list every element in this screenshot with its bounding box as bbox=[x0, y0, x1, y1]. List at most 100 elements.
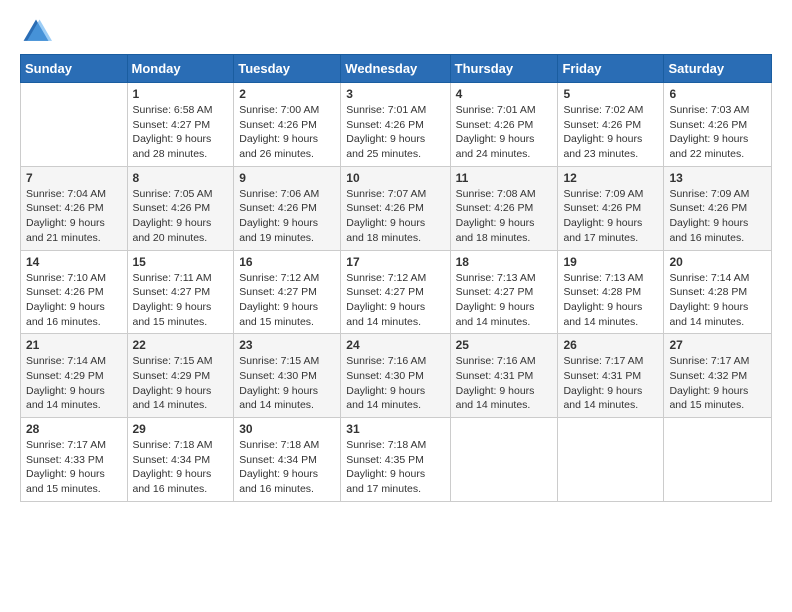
day-number: 28 bbox=[26, 422, 122, 436]
day-info: Sunrise: 7:17 AMSunset: 4:33 PMDaylight:… bbox=[26, 438, 122, 497]
calendar-cell: 21 Sunrise: 7:14 AMSunset: 4:29 PMDaylig… bbox=[21, 334, 128, 418]
day-info: Sunrise: 7:01 AMSunset: 4:26 PMDaylight:… bbox=[346, 103, 444, 162]
logo bbox=[20, 16, 56, 48]
day-info: Sunrise: 7:15 AMSunset: 4:29 PMDaylight:… bbox=[133, 354, 229, 413]
day-info: Sunrise: 7:11 AMSunset: 4:27 PMDaylight:… bbox=[133, 271, 229, 330]
day-number: 29 bbox=[133, 422, 229, 436]
day-number: 12 bbox=[563, 171, 658, 185]
day-info: Sunrise: 7:12 AMSunset: 4:27 PMDaylight:… bbox=[346, 271, 444, 330]
calendar-week-row: 21 Sunrise: 7:14 AMSunset: 4:29 PMDaylig… bbox=[21, 334, 772, 418]
day-number: 2 bbox=[239, 87, 335, 101]
day-info: Sunrise: 6:58 AMSunset: 4:27 PMDaylight:… bbox=[133, 103, 229, 162]
calendar-cell: 13 Sunrise: 7:09 AMSunset: 4:26 PMDaylig… bbox=[664, 166, 772, 250]
calendar-cell: 1 Sunrise: 6:58 AMSunset: 4:27 PMDayligh… bbox=[127, 83, 234, 167]
calendar-cell: 10 Sunrise: 7:07 AMSunset: 4:26 PMDaylig… bbox=[341, 166, 450, 250]
day-number: 17 bbox=[346, 255, 444, 269]
day-number: 8 bbox=[133, 171, 229, 185]
day-info: Sunrise: 7:01 AMSunset: 4:26 PMDaylight:… bbox=[456, 103, 553, 162]
day-info: Sunrise: 7:18 AMSunset: 4:34 PMDaylight:… bbox=[133, 438, 229, 497]
day-number: 10 bbox=[346, 171, 444, 185]
calendar-cell: 14 Sunrise: 7:10 AMSunset: 4:26 PMDaylig… bbox=[21, 250, 128, 334]
calendar-week-row: 14 Sunrise: 7:10 AMSunset: 4:26 PMDaylig… bbox=[21, 250, 772, 334]
day-number: 21 bbox=[26, 338, 122, 352]
day-info: Sunrise: 7:10 AMSunset: 4:26 PMDaylight:… bbox=[26, 271, 122, 330]
day-number: 7 bbox=[26, 171, 122, 185]
day-number: 19 bbox=[563, 255, 658, 269]
calendar-cell: 3 Sunrise: 7:01 AMSunset: 4:26 PMDayligh… bbox=[341, 83, 450, 167]
calendar-header-sunday: Sunday bbox=[21, 55, 128, 83]
calendar-header-friday: Friday bbox=[558, 55, 664, 83]
calendar-cell: 4 Sunrise: 7:01 AMSunset: 4:26 PMDayligh… bbox=[450, 83, 558, 167]
day-info: Sunrise: 7:14 AMSunset: 4:28 PMDaylight:… bbox=[669, 271, 766, 330]
calendar-cell: 7 Sunrise: 7:04 AMSunset: 4:26 PMDayligh… bbox=[21, 166, 128, 250]
day-info: Sunrise: 7:15 AMSunset: 4:30 PMDaylight:… bbox=[239, 354, 335, 413]
day-info: Sunrise: 7:09 AMSunset: 4:26 PMDaylight:… bbox=[669, 187, 766, 246]
day-info: Sunrise: 7:16 AMSunset: 4:30 PMDaylight:… bbox=[346, 354, 444, 413]
logo-icon bbox=[20, 16, 52, 48]
calendar-header-saturday: Saturday bbox=[664, 55, 772, 83]
day-info: Sunrise: 7:09 AMSunset: 4:26 PMDaylight:… bbox=[563, 187, 658, 246]
day-number: 5 bbox=[563, 87, 658, 101]
calendar-cell: 6 Sunrise: 7:03 AMSunset: 4:26 PMDayligh… bbox=[664, 83, 772, 167]
calendar-cell bbox=[558, 418, 664, 502]
calendar-header-row: SundayMondayTuesdayWednesdayThursdayFrid… bbox=[21, 55, 772, 83]
calendar-header-monday: Monday bbox=[127, 55, 234, 83]
day-number: 20 bbox=[669, 255, 766, 269]
day-number: 6 bbox=[669, 87, 766, 101]
day-number: 15 bbox=[133, 255, 229, 269]
day-number: 11 bbox=[456, 171, 553, 185]
calendar-table: SundayMondayTuesdayWednesdayThursdayFrid… bbox=[20, 54, 772, 502]
day-number: 1 bbox=[133, 87, 229, 101]
calendar-cell: 12 Sunrise: 7:09 AMSunset: 4:26 PMDaylig… bbox=[558, 166, 664, 250]
calendar-cell: 11 Sunrise: 7:08 AMSunset: 4:26 PMDaylig… bbox=[450, 166, 558, 250]
day-number: 14 bbox=[26, 255, 122, 269]
day-info: Sunrise: 7:03 AMSunset: 4:26 PMDaylight:… bbox=[669, 103, 766, 162]
calendar-cell: 22 Sunrise: 7:15 AMSunset: 4:29 PMDaylig… bbox=[127, 334, 234, 418]
calendar-cell: 31 Sunrise: 7:18 AMSunset: 4:35 PMDaylig… bbox=[341, 418, 450, 502]
day-info: Sunrise: 7:18 AMSunset: 4:34 PMDaylight:… bbox=[239, 438, 335, 497]
calendar-cell: 19 Sunrise: 7:13 AMSunset: 4:28 PMDaylig… bbox=[558, 250, 664, 334]
day-number: 24 bbox=[346, 338, 444, 352]
calendar-cell: 17 Sunrise: 7:12 AMSunset: 4:27 PMDaylig… bbox=[341, 250, 450, 334]
calendar-cell: 18 Sunrise: 7:13 AMSunset: 4:27 PMDaylig… bbox=[450, 250, 558, 334]
day-info: Sunrise: 7:06 AMSunset: 4:26 PMDaylight:… bbox=[239, 187, 335, 246]
day-info: Sunrise: 7:18 AMSunset: 4:35 PMDaylight:… bbox=[346, 438, 444, 497]
day-info: Sunrise: 7:08 AMSunset: 4:26 PMDaylight:… bbox=[456, 187, 553, 246]
day-number: 26 bbox=[563, 338, 658, 352]
day-number: 4 bbox=[456, 87, 553, 101]
day-info: Sunrise: 7:16 AMSunset: 4:31 PMDaylight:… bbox=[456, 354, 553, 413]
day-info: Sunrise: 7:13 AMSunset: 4:28 PMDaylight:… bbox=[563, 271, 658, 330]
calendar-cell: 25 Sunrise: 7:16 AMSunset: 4:31 PMDaylig… bbox=[450, 334, 558, 418]
day-number: 16 bbox=[239, 255, 335, 269]
calendar-cell: 5 Sunrise: 7:02 AMSunset: 4:26 PMDayligh… bbox=[558, 83, 664, 167]
calendar-cell bbox=[21, 83, 128, 167]
calendar-cell: 29 Sunrise: 7:18 AMSunset: 4:34 PMDaylig… bbox=[127, 418, 234, 502]
day-info: Sunrise: 7:13 AMSunset: 4:27 PMDaylight:… bbox=[456, 271, 553, 330]
day-info: Sunrise: 7:12 AMSunset: 4:27 PMDaylight:… bbox=[239, 271, 335, 330]
calendar-cell: 8 Sunrise: 7:05 AMSunset: 4:26 PMDayligh… bbox=[127, 166, 234, 250]
calendar-week-row: 28 Sunrise: 7:17 AMSunset: 4:33 PMDaylig… bbox=[21, 418, 772, 502]
day-number: 3 bbox=[346, 87, 444, 101]
calendar-week-row: 7 Sunrise: 7:04 AMSunset: 4:26 PMDayligh… bbox=[21, 166, 772, 250]
calendar-cell: 2 Sunrise: 7:00 AMSunset: 4:26 PMDayligh… bbox=[234, 83, 341, 167]
day-info: Sunrise: 7:17 AMSunset: 4:32 PMDaylight:… bbox=[669, 354, 766, 413]
day-number: 31 bbox=[346, 422, 444, 436]
day-number: 22 bbox=[133, 338, 229, 352]
calendar-cell: 24 Sunrise: 7:16 AMSunset: 4:30 PMDaylig… bbox=[341, 334, 450, 418]
calendar-cell: 27 Sunrise: 7:17 AMSunset: 4:32 PMDaylig… bbox=[664, 334, 772, 418]
day-number: 23 bbox=[239, 338, 335, 352]
day-number: 18 bbox=[456, 255, 553, 269]
calendar-header-thursday: Thursday bbox=[450, 55, 558, 83]
calendar-cell bbox=[664, 418, 772, 502]
calendar-cell: 26 Sunrise: 7:17 AMSunset: 4:31 PMDaylig… bbox=[558, 334, 664, 418]
calendar-cell: 16 Sunrise: 7:12 AMSunset: 4:27 PMDaylig… bbox=[234, 250, 341, 334]
day-number: 30 bbox=[239, 422, 335, 436]
day-number: 9 bbox=[239, 171, 335, 185]
calendar-cell: 30 Sunrise: 7:18 AMSunset: 4:34 PMDaylig… bbox=[234, 418, 341, 502]
day-number: 27 bbox=[669, 338, 766, 352]
calendar-cell: 9 Sunrise: 7:06 AMSunset: 4:26 PMDayligh… bbox=[234, 166, 341, 250]
calendar-cell: 28 Sunrise: 7:17 AMSunset: 4:33 PMDaylig… bbox=[21, 418, 128, 502]
day-info: Sunrise: 7:02 AMSunset: 4:26 PMDaylight:… bbox=[563, 103, 658, 162]
day-info: Sunrise: 7:14 AMSunset: 4:29 PMDaylight:… bbox=[26, 354, 122, 413]
calendar-cell: 23 Sunrise: 7:15 AMSunset: 4:30 PMDaylig… bbox=[234, 334, 341, 418]
